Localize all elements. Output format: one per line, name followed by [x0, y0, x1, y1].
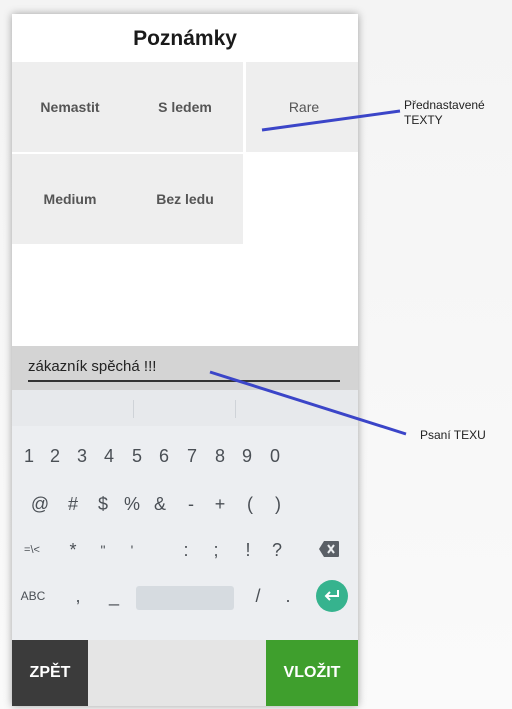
annotation-line-typing — [209, 370, 407, 436]
annotation-line-presets — [261, 109, 401, 132]
annotation-presets-line2: TEXTY — [404, 113, 443, 127]
annotation-presets: Přednastavené TEXTY — [404, 98, 485, 128]
annotation-typing: Psaní TEXU — [420, 428, 486, 442]
annotation-presets-line1: Přednastavené — [404, 98, 485, 112]
